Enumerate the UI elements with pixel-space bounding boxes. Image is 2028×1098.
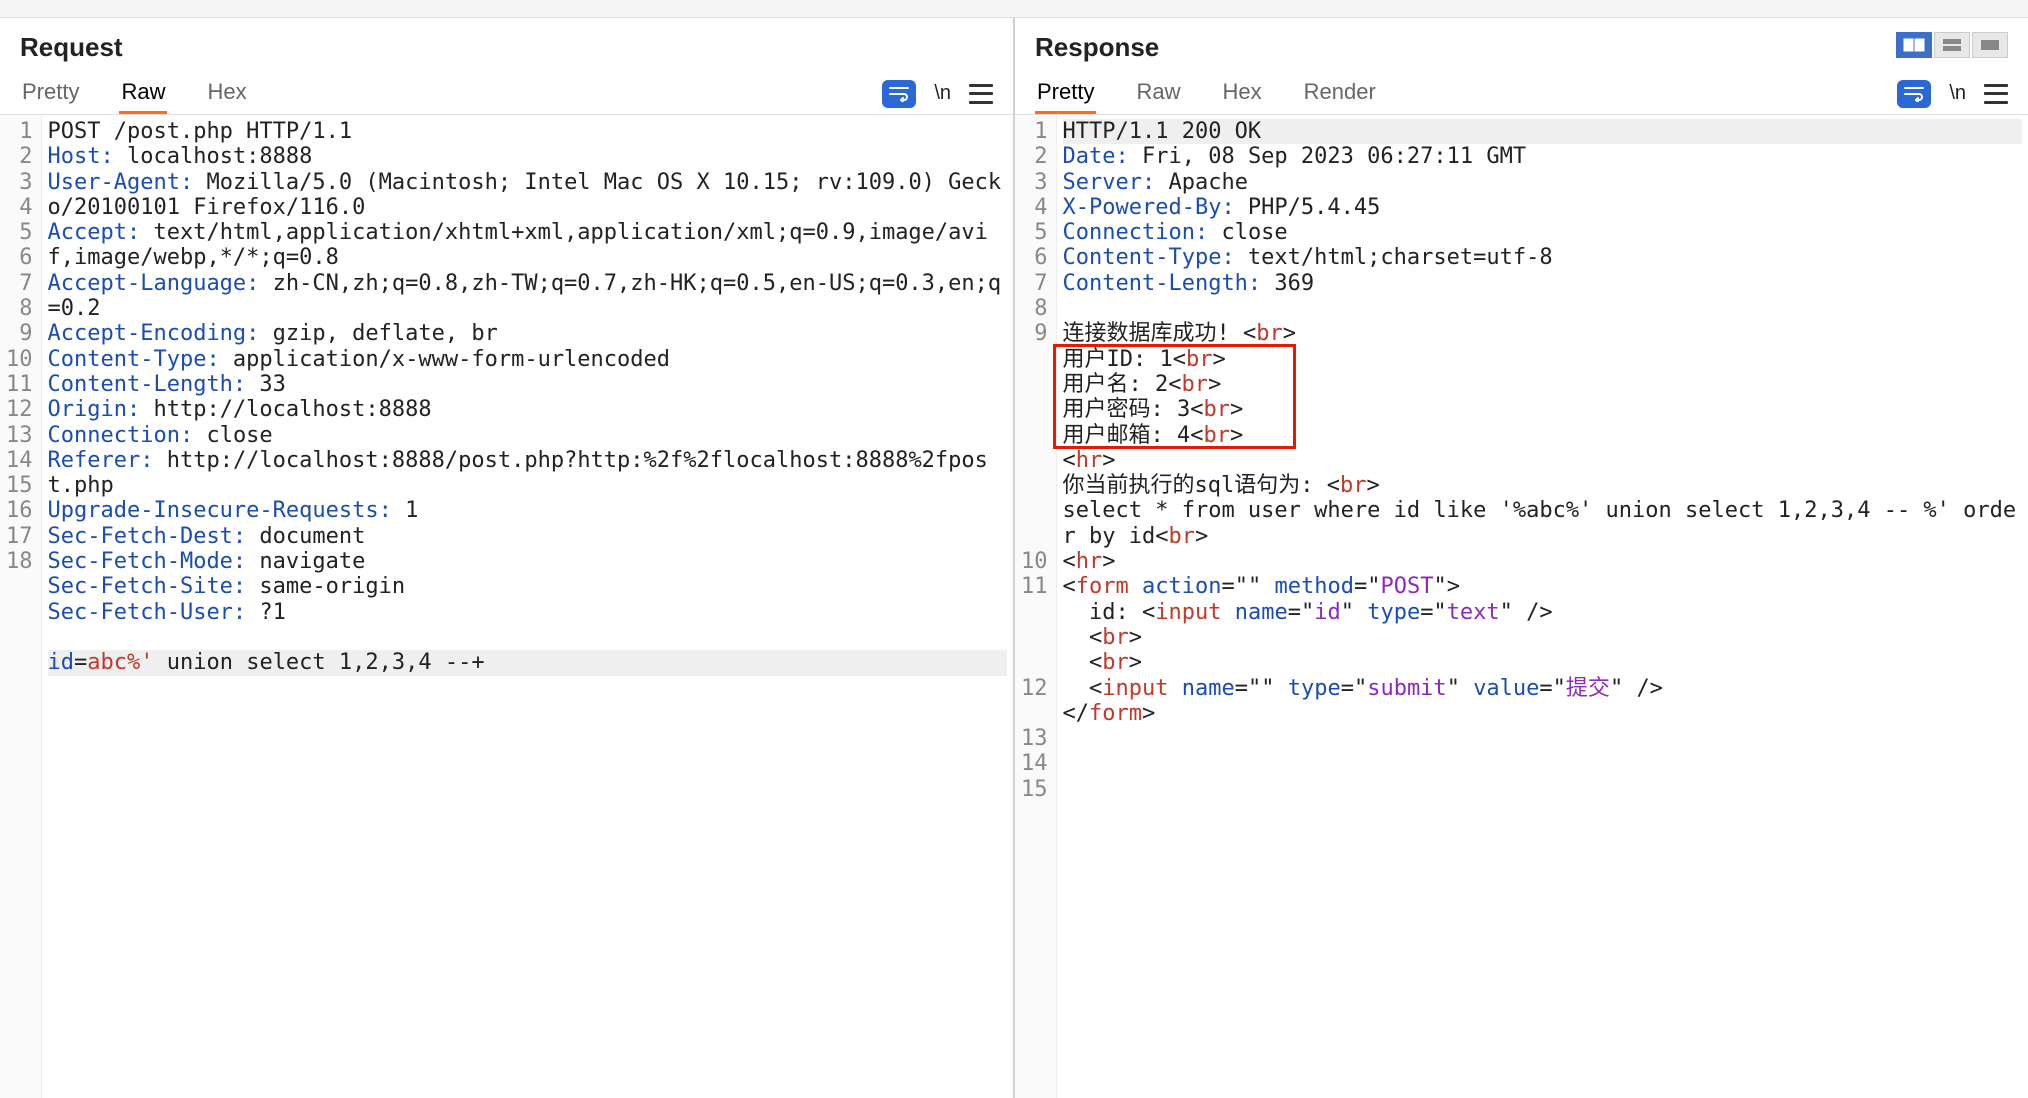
response-code[interactable]: HTTP/1.1 200 OKDate: Fri, 08 Sep 2023 06… xyxy=(1057,115,2028,1098)
request-tabs-row: Pretty Raw Hex \n xyxy=(0,73,1013,115)
code-line[interactable]: Accept: text/html,application/xhtml+xml,… xyxy=(48,220,1008,271)
request-title: Request xyxy=(20,32,123,63)
response-tabs: Pretty Raw Hex Render xyxy=(1035,73,1378,114)
code-line[interactable]: Referer: http://localhost:8888/post.php?… xyxy=(48,448,1008,499)
tab-pretty[interactable]: Pretty xyxy=(1035,73,1096,114)
code-line[interactable]: Date: Fri, 08 Sep 2023 06:27:11 GMT xyxy=(1063,144,2023,169)
request-actions: \n xyxy=(882,80,993,108)
tab-render[interactable]: Render xyxy=(1302,73,1378,114)
code-line[interactable]: Sec-Fetch-Site: same-origin xyxy=(48,574,1008,599)
code-line[interactable]: Connection: close xyxy=(48,423,1008,448)
view-mode-controls xyxy=(1896,32,2008,58)
code-line[interactable]: Origin: http://localhost:8888 xyxy=(48,397,1008,422)
code-line[interactable]: <form action="" method="POST"> xyxy=(1063,574,2023,599)
code-line[interactable]: Accept-Encoding: gzip, deflate, br xyxy=(48,321,1008,346)
code-line[interactable]: </form> xyxy=(1063,701,2023,726)
code-line[interactable]: Host: localhost:8888 xyxy=(48,144,1008,169)
window-top-bar xyxy=(0,0,2028,18)
response-tabs-row: Pretty Raw Hex Render \n xyxy=(1015,73,2028,115)
code-line[interactable]: Content-Length: 369 xyxy=(1063,271,2023,296)
tab-hex[interactable]: Hex xyxy=(1220,73,1263,114)
line-wrap-button[interactable] xyxy=(1897,80,1931,108)
code-line[interactable]: Content-Length: 33 xyxy=(48,372,1008,397)
code-line[interactable]: Sec-Fetch-Dest: document xyxy=(48,524,1008,549)
response-editor[interactable]: 1 2 3 4 5 6 7 8 9 10 11 12 13 14 15 HTTP… xyxy=(1015,115,2028,1098)
code-line[interactable]: id=abc%' union select 1,2,3,4 --+ xyxy=(48,650,1008,675)
code-line[interactable] xyxy=(1063,726,2023,751)
response-pane: Response Pretty Raw Hex Render \n xyxy=(1015,18,2028,1098)
code-line[interactable]: 连接数据库成功! <br> 用户ID: 1<br> 用户名: 2<br> 用户密… xyxy=(1063,321,2023,574)
code-line[interactable]: id: <input name="id" type="text" /> <br>… xyxy=(1063,600,2023,676)
tab-raw[interactable]: Raw xyxy=(1134,73,1182,114)
request-line-numbers: 1 2 3 4 5 6 7 8 9 10 11 12 13 14 15 16 1… xyxy=(0,115,42,1098)
request-pane: Request Pretty Raw Hex \n 1 2 3 4 5 6 7 8 … xyxy=(0,18,1015,1098)
menu-icon[interactable] xyxy=(1984,84,2008,104)
code-line[interactable]: POST /post.php HTTP/1.1 xyxy=(48,119,1008,144)
code-line[interactable]: <input name="" type="submit" value="提交" … xyxy=(1063,676,2023,701)
code-line[interactable]: User-Agent: Mozilla/5.0 (Macintosh; Inte… xyxy=(48,170,1008,221)
menu-icon[interactable] xyxy=(969,84,993,104)
split-view-button[interactable] xyxy=(1896,32,1932,58)
newline-toggle[interactable]: \n xyxy=(934,82,951,105)
code-line[interactable]: X-Powered-By: PHP/5.4.45 xyxy=(1063,195,2023,220)
code-line[interactable]: Upgrade-Insecure-Requests: 1 xyxy=(48,498,1008,523)
code-line[interactable] xyxy=(1063,296,2023,321)
response-title: Response xyxy=(1035,32,1159,63)
split-container: Request Pretty Raw Hex \n 1 2 3 4 5 6 7 8 … xyxy=(0,18,2028,1098)
response-actions: \n xyxy=(1897,80,2008,108)
request-header: Request xyxy=(0,18,1013,73)
tab-hex[interactable]: Hex xyxy=(205,73,248,114)
code-line[interactable] xyxy=(1063,751,2023,776)
code-line[interactable]: Server: Apache xyxy=(1063,170,2023,195)
code-line[interactable]: Accept-Language: zh-CN,zh;q=0.8,zh-TW;q=… xyxy=(48,271,1008,322)
tab-pretty[interactable]: Pretty xyxy=(20,73,81,114)
code-line[interactable] xyxy=(48,625,1008,650)
response-header: Response xyxy=(1015,18,2028,73)
tab-raw[interactable]: Raw xyxy=(119,73,167,114)
request-code[interactable]: POST /post.php HTTP/1.1Host: localhost:8… xyxy=(42,115,1014,1098)
newline-toggle[interactable]: \n xyxy=(1949,82,1966,105)
single-view-button[interactable] xyxy=(1972,32,2008,58)
stacked-view-button[interactable] xyxy=(1934,32,1970,58)
code-line[interactable]: Sec-Fetch-Mode: navigate xyxy=(48,549,1008,574)
code-line[interactable]: Content-Type: application/x-www-form-url… xyxy=(48,347,1008,372)
code-line[interactable]: Content-Type: text/html;charset=utf-8 xyxy=(1063,245,2023,270)
code-line[interactable]: Connection: close xyxy=(1063,220,2023,245)
code-line[interactable]: HTTP/1.1 200 OK xyxy=(1063,119,2023,144)
code-line[interactable]: Sec-Fetch-User: ?1 xyxy=(48,600,1008,625)
request-tabs: Pretty Raw Hex xyxy=(20,73,249,114)
request-editor[interactable]: 1 2 3 4 5 6 7 8 9 10 11 12 13 14 15 16 1… xyxy=(0,115,1013,1098)
response-line-numbers: 1 2 3 4 5 6 7 8 9 10 11 12 13 14 15 xyxy=(1015,115,1057,1098)
line-wrap-button[interactable] xyxy=(882,80,916,108)
